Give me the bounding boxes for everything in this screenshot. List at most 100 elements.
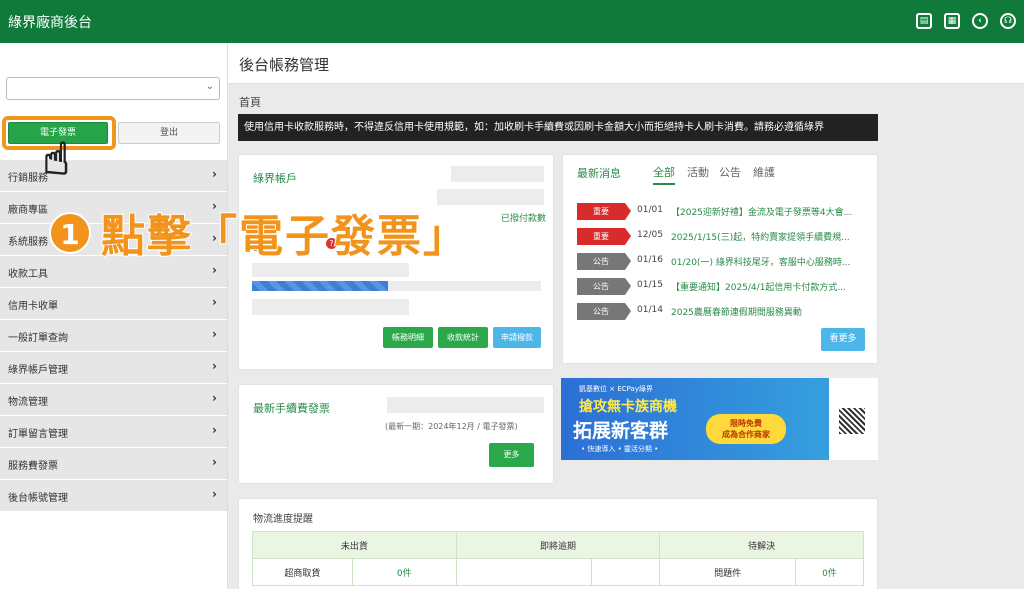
qr-icon [839,408,865,434]
merchant-icon[interactable]: ▤ [916,13,932,29]
sidebar: ⌄ 電子發票 登出 行銷服務 › 廠商專區 › 系統服務 › 收款工具 › 信用卡收單 ›… [0,43,228,589]
merchant-select[interactable]: ⌄ [6,77,220,100]
sidebar-item-label: 信用卡收單 [8,301,58,312]
sidebar-item-label: 服務費發票 [8,461,58,472]
col-overdue: 即將逾期 [455,531,661,559]
tab-announcements[interactable]: 公告 [719,164,741,180]
banner-headline-2: 拓展新客群 [573,420,669,442]
sidebar-item-messages[interactable]: 訂單留言管理 › [0,415,227,447]
support-icon[interactable]: ☊ [1000,13,1016,29]
pointer-hand-icon: ☝ [42,134,70,185]
request-payout-button[interactable]: 申請撥款 [493,327,541,348]
sidebar-item-account[interactable]: 綠界帳戶管理 › [0,351,227,383]
logistics-title: 物流進度提醒 [253,514,313,525]
banner-headline: 搶攻無卡族商機 [579,399,677,415]
banner-cta-line1: 限時免費 [730,419,762,428]
app-title: 綠界廠商後台 [8,15,92,31]
placeholder-bar [451,166,544,182]
main-header: 後台帳務管理 [228,43,1024,84]
logistics-table: 未出貨 即將逾期 待解決 超商取貨 0件 問題件 0件 [252,531,864,586]
news-item[interactable]: 重要 01/01 【2025迎新好禮】金流及電子發票等4大會... [577,203,867,221]
fee-note: (最新一期：2024年12月 / 電子發票) [385,422,518,431]
sidebar-item-label: 訂單留言管理 [8,429,68,440]
sidebar-item-label: 物流管理 [8,397,48,408]
placeholder-bar [252,299,409,315]
chevron-right-icon: › [212,391,217,405]
fee-card-title: 最新手續費發票 [253,402,330,415]
news-date: 12/05 [637,230,663,240]
sidebar-item-label: 綠界帳戶管理 [8,365,68,376]
news-item[interactable]: 公告 01/14 2025農曆春節連假期間服務異動 [577,303,867,321]
promo-banner[interactable]: 凱基數位 × ECPay綠界 搶攻無卡族商機 拓展新客群 • 快速導入 • 靈活… [561,378,878,460]
sidebar-item-label: 行銷服務 [8,173,48,184]
collection-stats-button[interactable]: 收款統計 [438,327,488,348]
table-cell [591,558,661,586]
sidebar-item-service-invoice[interactable]: 服務費發票 › [0,447,227,479]
page-title: 後台帳務管理 [239,56,330,74]
chevron-right-icon: › [212,455,217,469]
sidebar-item-logistics[interactable]: 物流管理 › [0,383,227,415]
news-item[interactable]: 重要 12/05 2025/1/15(三)起，特約賣家提領手續費規... [577,228,867,246]
news-text[interactable]: 【重要通知】2025/4/1起信用卡付款方式... [671,280,871,293]
news-text[interactable]: 【2025迎新好禮】金流及電子發票等4大會... [671,205,871,218]
notice-marquee: 使用信用卡收款服務時，不得違反信用卡使用規範，如：加收刷卡手續費或因刷卡金額大小… [238,114,878,141]
ledger-button[interactable]: 帳務明細 [383,327,433,348]
sidebar-item-label: 一般訂單查詢 [8,333,68,344]
news-item[interactable]: 公告 01/15 【重要通知】2025/4/1起信用卡付款方式... [577,278,867,296]
sidebar-item-credit-card[interactable]: 信用卡收單 › [0,287,227,319]
sidebar-item-marketing[interactable]: 行銷服務 › [0,159,227,191]
tab-all[interactable]: 全部 [653,164,675,185]
news-text[interactable]: 2025農曆春節連假期間服務異動 [671,305,871,318]
chevron-right-icon: › [212,167,217,181]
announcement-badge: 公告 [577,278,631,295]
qr-code [829,378,878,460]
news-date: 01/14 [637,305,663,315]
news-date: 01/16 [637,255,663,265]
chevron-right-icon: › [212,487,217,501]
tab-events[interactable]: 活動 [687,164,709,180]
news-date: 01/15 [637,280,663,290]
news-card: 最新消息 全部 活動 公告 維護 重要 01/01 【2025迎新好禮】金流及電… [562,154,878,364]
table-cell[interactable]: 0件 [351,558,457,586]
sidebar-item-orders[interactable]: 一般訂單查詢 › [0,319,227,351]
progress-track [252,281,541,291]
sidebar-item-backend-accounts[interactable]: 後台帳號管理 › [0,479,227,511]
tutorial-overlay: 1 點擊「電子發票」 [49,200,589,276]
news-date: 01/01 [637,205,663,215]
chevron-right-icon: › [212,327,217,341]
announcement-badge: 公告 [577,303,631,320]
sidebar-item-label: 系統服務 [8,237,48,248]
breadcrumb[interactable]: 首頁 [239,94,261,110]
banner-brand: 凱基數位 × ECPay綠界 [579,385,653,393]
news-item[interactable]: 公告 01/16 01/20(一) 綠界科技尾牙，客服中心服務時... [577,253,867,271]
account-card-title: 綠界帳戶 [253,172,297,185]
step-number-badge: 1 [49,212,91,254]
news-title: 最新消息 [577,167,621,180]
back-icon[interactable]: ‹ [972,13,988,29]
top-bar: 綠界廠商後台 ▤ ▦ ‹ ☊ [0,0,1024,43]
news-text[interactable]: 2025/1/15(三)起，特約賣家提領手續費規... [671,230,871,243]
tutorial-instruction: 點擊「電子發票」 [100,210,469,263]
qr-icon[interactable]: ▦ [944,13,960,29]
col-pending: 待解決 [659,531,864,559]
chevron-right-icon: › [212,423,217,437]
table-cell[interactable]: 0件 [795,558,864,586]
sidebar-item-label: 後台帳號管理 [8,493,68,504]
news-more-button[interactable]: 看更多 [821,328,865,351]
fee-more-button[interactable]: 更多 [489,443,534,467]
chevron-down-icon: ⌄ [205,81,214,92]
tab-maintenance[interactable]: 維護 [753,164,775,180]
banner-cta[interactable]: 限時免費 成為合作商家 [706,414,786,444]
fee-invoice-card: 最新手續費發票 (最新一期：2024年12月 / 電子發票) 更多 [238,384,554,484]
news-text[interactable]: 01/20(一) 綠界科技尾牙，客服中心服務時... [671,255,871,268]
col-unshipped: 未出貨 [252,531,457,559]
logout-button[interactable]: 登出 [118,122,220,144]
table-cell: 問題件 [659,558,797,586]
banner-cta-line2: 成為合作商家 [722,430,770,439]
placeholder-bar [387,397,544,413]
banner-subtext: • 快速導入 • 靈活分期 • [581,445,659,453]
table-cell [455,558,593,586]
sidebar-item-label: 廠商專區 [8,205,48,216]
progress-fill [252,281,388,291]
sidebar-item-label: 收款工具 [8,269,48,280]
